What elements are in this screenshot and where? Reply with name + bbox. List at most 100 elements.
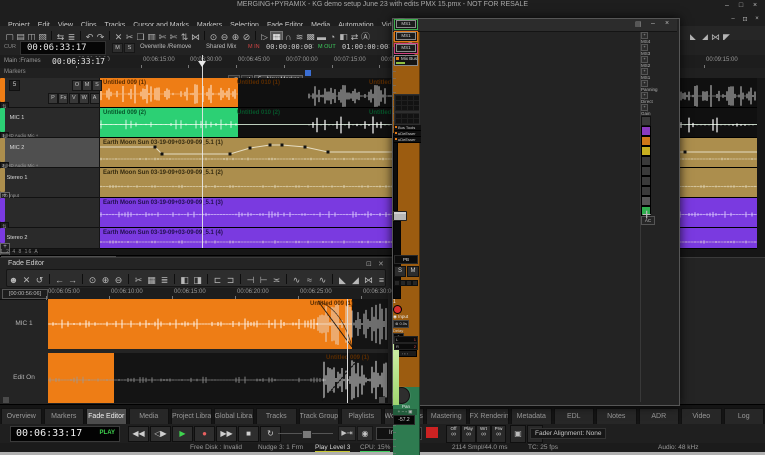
mix-mode-selector[interactable]: Shared Mix <box>206 44 236 50</box>
track-header[interactable]: 5⇅Stereo 2OMSPFxVWA <box>0 198 99 228</box>
window-maximize-button[interactable]: □ <box>736 2 746 9</box>
strip-mute-button[interactable]: M <box>407 266 419 277</box>
mark-out-value[interactable]: 01:00:00:00 <box>342 43 388 51</box>
fader-track[interactable] <box>393 133 398 211</box>
prev-edit-icon[interactable]: ← <box>53 273 66 287</box>
panel-color-chip[interactable] <box>641 156 651 166</box>
panel-gain-label[interactable]: Gain <box>641 111 678 116</box>
panel-color-chip[interactable] <box>641 166 651 176</box>
tab-track-groups[interactable]: Track Groups <box>299 408 340 424</box>
fader-value-display[interactable]: -57.2 <box>393 415 415 425</box>
rewind-button[interactable]: ◀◀ <box>128 426 149 442</box>
zoom-sel-icon[interactable]: ⊙ <box>86 273 99 287</box>
forward-button[interactable]: ▶▶ <box>216 426 237 442</box>
zoom-in-icon[interactable]: ⊕ <box>99 273 112 287</box>
io-channel-row[interactable]: R2 <box>394 343 418 350</box>
panel-color-chip[interactable] <box>641 176 651 186</box>
child-close-button[interactable]: × <box>752 16 762 22</box>
panel-expand-button[interactable]: + <box>641 80 648 87</box>
io-channel-row[interactable]: L1 <box>394 336 418 343</box>
panel-expand-button[interactable]: + <box>641 92 648 99</box>
record-button[interactable]: ● <box>194 426 215 442</box>
panel-expand-button[interactable]: + <box>641 104 648 111</box>
mixer-title-bar[interactable]: Mixer ▤ – × <box>393 19 677 32</box>
tab-tracks[interactable]: Tracks <box>256 408 297 424</box>
crossfade-icon[interactable]: ⋈ <box>362 273 375 287</box>
mixer-menu-icon[interactable]: ▤ <box>635 20 642 28</box>
panel-expand-button[interactable]: + <box>641 44 648 51</box>
track-m-button[interactable]: M <box>82 80 92 91</box>
chase-button[interactable]: ▶⇥ <box>338 426 356 441</box>
shuttle-slider[interactable] <box>278 430 333 437</box>
options-icon[interactable]: ≡ <box>375 273 388 287</box>
trim-left-icon[interactable]: ⊏ <box>211 273 224 287</box>
fade-editor-close-button[interactable]: ✕ <box>378 260 384 268</box>
panel-button[interactable] <box>641 116 651 126</box>
copy-right-icon[interactable]: ◨ <box>191 273 204 287</box>
plugin-slot[interactable]: Bus Tools <box>394 125 421 131</box>
fader-cap[interactable] <box>393 211 407 221</box>
nudge-right-icon[interactable]: ⊢ <box>257 273 270 287</box>
panel-expand-button[interactable]: + <box>641 68 648 75</box>
panel-section-label[interactable]: Panning <box>641 87 678 92</box>
dynamics-display[interactable] <box>394 112 420 125</box>
strip-record-button[interactable] <box>393 305 402 314</box>
track-fx-button[interactable]: Fx <box>58 93 68 104</box>
strip-option-button[interactable] <box>412 280 418 286</box>
panel-expand-button[interactable]: + <box>641 56 648 63</box>
fade-lane-out-clip[interactable]: Untitled 009 (1) <box>48 299 388 349</box>
trim-right-icon[interactable]: ⊐ <box>224 273 237 287</box>
fade-resize-handle-right[interactable] <box>379 397 385 403</box>
cursor-time-display[interactable]: 00:06:33:17 <box>20 41 106 55</box>
grid-icon[interactable]: ▦ <box>145 273 158 287</box>
track-w-button[interactable]: W <box>79 93 89 104</box>
panel-section-label[interactable]: Direct <box>641 99 678 104</box>
tab-video[interactable]: Video <box>681 408 722 424</box>
tab-media[interactable]: Media <box>129 408 170 424</box>
tab-log[interactable]: Log <box>724 408 765 424</box>
fade-editor-restore-button[interactable]: ⊡ <box>366 260 372 268</box>
ruler-format-label[interactable]: Main :Frames <box>4 58 41 64</box>
track-v-button[interactable]: V <box>69 93 79 104</box>
tab-overview[interactable]: Overview <box>1 408 42 424</box>
play-level-status[interactable]: Play Level 3 <box>315 444 350 452</box>
list-icon[interactable]: ≣ <box>158 273 171 287</box>
fade-resize-handle-left[interactable] <box>3 397 9 403</box>
align-icon[interactable]: ≍ <box>270 273 283 287</box>
mixer-minimize-button[interactable]: – <box>651 20 655 27</box>
next-edit-icon[interactable]: → <box>66 273 79 287</box>
mixer-close-button[interactable]: × <box>665 20 669 27</box>
fade-out-shape-icon[interactable]: ◢ <box>349 273 362 287</box>
plugin-slot[interactable]: uDeEsser <box>394 131 421 137</box>
nudge-left-icon[interactable]: ⊣ <box>244 273 257 287</box>
panel-expand-button[interactable]: + <box>641 32 648 39</box>
window-close-button[interactable]: × <box>750 2 760 9</box>
marker-color-swatch[interactable] <box>305 70 311 76</box>
panel-section-label[interactable]: MS2 <box>641 63 678 68</box>
stop-button[interactable]: ■ <box>238 426 259 442</box>
mark-in-value[interactable]: 00:00:00:00 <box>266 43 312 51</box>
undo-icon[interactable]: ↺ <box>33 273 46 287</box>
bus-assign-chip[interactable]: MS1 <box>396 32 416 40</box>
preset-icon[interactable]: ☻ <box>7 273 20 287</box>
remove-fade-icon[interactable]: ✕ <box>20 273 33 287</box>
panel-color-chip[interactable] <box>641 126 651 136</box>
play-in-out-button[interactable]: ◁▶ <box>150 426 171 442</box>
bus-assign-chip[interactable]: MS1 <box>396 20 416 28</box>
track-a-button[interactable]: A <box>90 93 100 104</box>
fade-linear-icon[interactable]: ∿ <box>290 273 303 287</box>
track-s-button[interactable]: S <box>92 80 102 91</box>
panel-color-chip[interactable] <box>641 136 651 146</box>
tab-fade-editor[interactable]: Fade Editor <box>86 408 127 424</box>
eq-display[interactable] <box>394 94 420 112</box>
send-slot-mix-bus[interactable]: Mix Bus <box>394 55 418 66</box>
play-button[interactable]: ▶ <box>172 426 193 442</box>
panel-section-label[interactable]: MS1 <box>641 75 678 80</box>
tab-project-libra-[interactable]: Project Libra... <box>171 408 212 424</box>
edit-mode-selector[interactable]: Overwrite /Remove <box>140 44 191 50</box>
child-restore-button[interactable]: ⊡ <box>740 16 750 23</box>
panel-color-chip[interactable] <box>641 196 651 206</box>
copy-left-icon[interactable]: ◧ <box>178 273 191 287</box>
panel-section-label[interactable]: MS3 <box>641 51 678 56</box>
tab-global-libra-[interactable]: Global Libra... <box>214 408 255 424</box>
